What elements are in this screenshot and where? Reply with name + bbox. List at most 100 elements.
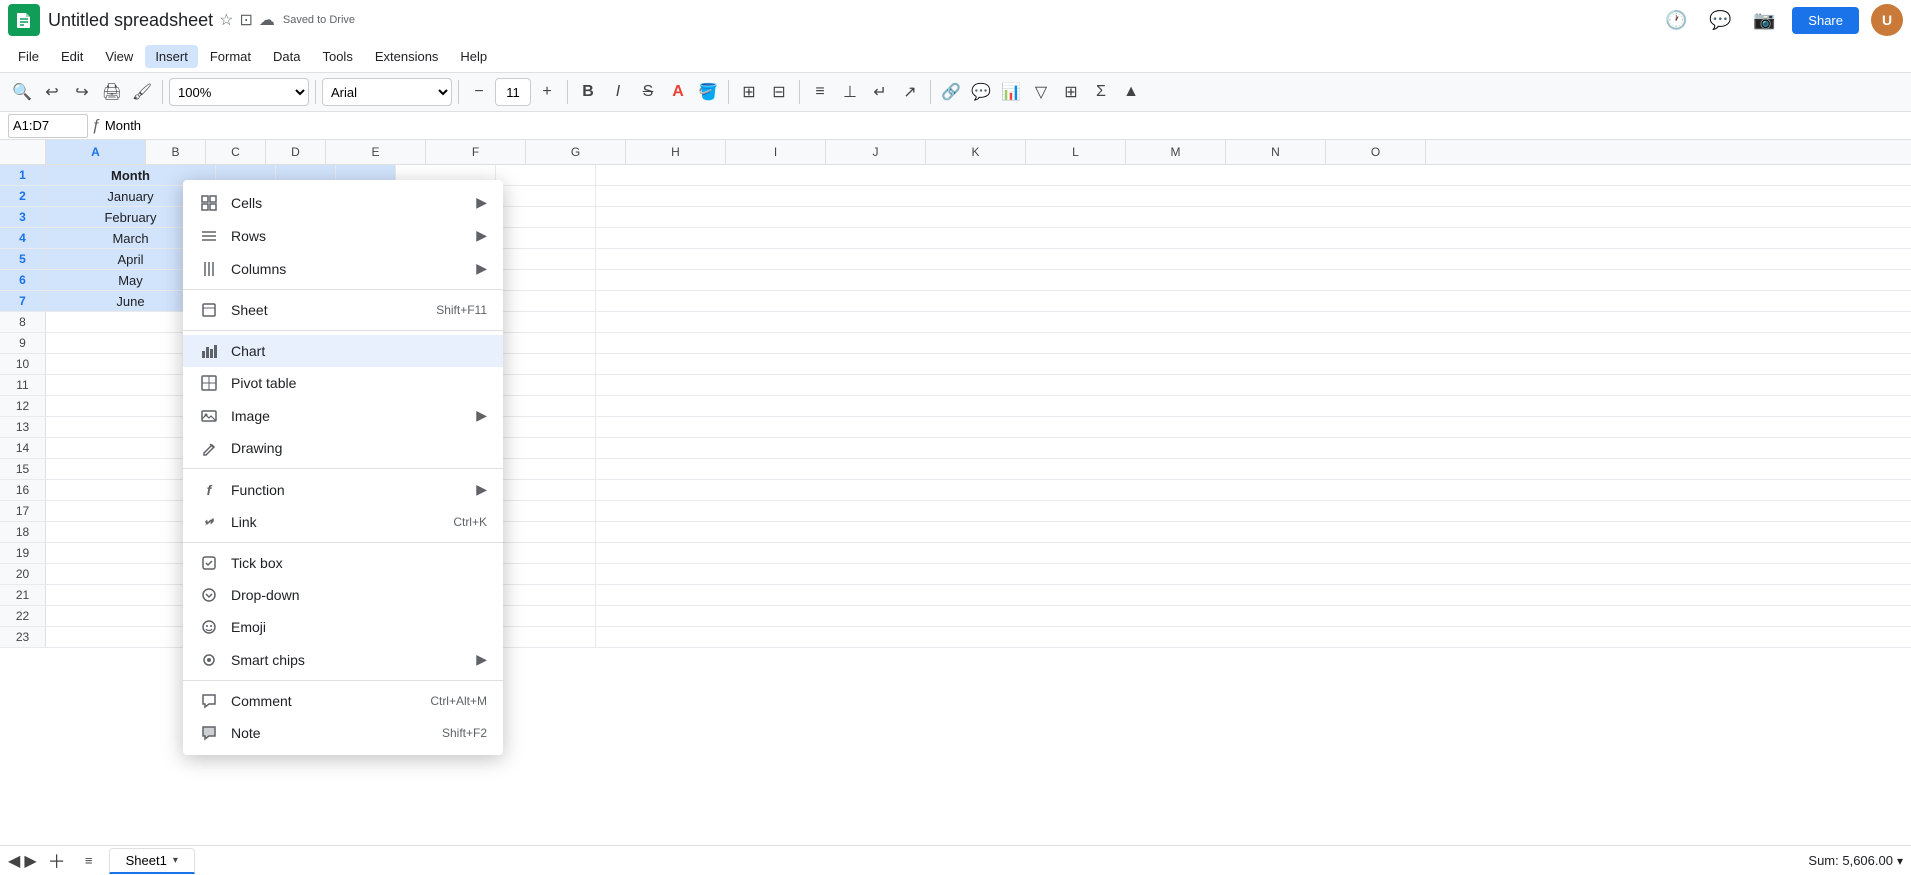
col-header-H[interactable]: H	[626, 140, 726, 164]
menu-item-function[interactable]: f Function ▶	[183, 473, 503, 506]
col-header-A[interactable]: A	[46, 140, 146, 164]
col-header-E[interactable]: E	[326, 140, 426, 164]
col-header-J[interactable]: J	[826, 140, 926, 164]
menu-item-chart[interactable]: Chart	[183, 335, 503, 367]
cell-ref-display[interactable]: A1:D7	[8, 114, 88, 138]
row-header-16[interactable]: 16	[0, 480, 46, 500]
wrap-icon[interactable]: ↵	[866, 78, 894, 106]
menu-item-note[interactable]: Note Shift+F2	[183, 717, 503, 749]
row-header-9[interactable]: 9	[0, 333, 46, 353]
strikethrough-icon[interactable]: S	[634, 78, 662, 106]
bold-icon[interactable]: B	[574, 78, 602, 106]
menu-edit[interactable]: Edit	[51, 45, 93, 68]
menu-item-comment[interactable]: Comment Ctrl+Alt+M	[183, 685, 503, 717]
row-header-23[interactable]: 23	[0, 627, 46, 647]
fill-color-icon[interactable]: 🪣	[694, 78, 722, 106]
menu-item-sheet[interactable]: Sheet Shift+F11	[183, 294, 503, 326]
insert-chart-icon[interactable]: 📊	[997, 78, 1025, 106]
valign-icon[interactable]: ⊥	[836, 78, 864, 106]
row-header-4[interactable]: 4	[0, 228, 46, 248]
menu-item-drawing[interactable]: Drawing	[183, 432, 503, 464]
format-table-icon[interactable]: ⊞	[1057, 78, 1085, 106]
cell-F8[interactable]	[496, 312, 596, 332]
italic-icon[interactable]: I	[604, 78, 632, 106]
row-header-13[interactable]: 13	[0, 417, 46, 437]
font-size-input[interactable]	[495, 78, 531, 106]
comment2-icon[interactable]: 💬	[967, 78, 995, 106]
redo-icon[interactable]: ↪	[68, 78, 96, 106]
row-header-2[interactable]: 2	[0, 186, 46, 206]
menu-view[interactable]: View	[95, 45, 143, 68]
menu-item-drop-down[interactable]: Drop-down	[183, 579, 503, 611]
menu-insert[interactable]: Insert	[145, 45, 198, 68]
comment-icon[interactable]: 💬	[1704, 4, 1736, 36]
menu-item-rows[interactable]: Rows ▶	[183, 219, 503, 252]
menu-item-columns[interactable]: Columns ▶	[183, 252, 503, 285]
sheet-tab-arrow-icon[interactable]: ▾	[173, 855, 178, 866]
merge-icon[interactable]: ⊟	[765, 78, 793, 106]
sum-dropdown-icon[interactable]: ▾	[1897, 854, 1903, 868]
add-sheet-button[interactable]: ＋	[45, 849, 69, 873]
cell-F4[interactable]	[496, 228, 596, 248]
avatar[interactable]: U	[1871, 4, 1903, 36]
link-icon[interactable]: 🔗	[937, 78, 965, 106]
col-header-D[interactable]: D	[266, 140, 326, 164]
cell-F5[interactable]	[496, 249, 596, 269]
menu-item-smart-chips[interactable]: Smart chips ▶	[183, 643, 503, 676]
col-header-G[interactable]: G	[526, 140, 626, 164]
row-header-11[interactable]: 11	[0, 375, 46, 395]
font-size-increase-icon[interactable]: +	[533, 78, 561, 106]
menu-item-pivot-table[interactable]: Pivot table	[183, 367, 503, 399]
row-header-1[interactable]: 1	[0, 165, 46, 185]
star-icon[interactable]: ☆	[219, 10, 233, 30]
font-size-decrease-icon[interactable]: −	[465, 78, 493, 106]
col-header-M[interactable]: M	[1126, 140, 1226, 164]
cell-F2[interactable]	[496, 186, 596, 206]
row-header-17[interactable]: 17	[0, 501, 46, 521]
border-icon[interactable]: ⊞	[735, 78, 763, 106]
col-header-C[interactable]: C	[206, 140, 266, 164]
row-header-12[interactable]: 12	[0, 396, 46, 416]
undo-icon[interactable]: ↩	[38, 78, 66, 106]
col-header-I[interactable]: I	[726, 140, 826, 164]
row-header-22[interactable]: 22	[0, 606, 46, 626]
rotate-icon[interactable]: ↗	[896, 78, 924, 106]
row-header-15[interactable]: 15	[0, 459, 46, 479]
videocam-icon[interactable]: 📷	[1748, 4, 1780, 36]
row-header-7[interactable]: 7	[0, 291, 46, 311]
row-header-3[interactable]: 3	[0, 207, 46, 227]
col-header-L[interactable]: L	[1026, 140, 1126, 164]
formula-icon[interactable]: Σ	[1087, 78, 1115, 106]
row-header-10[interactable]: 10	[0, 354, 46, 374]
menu-extensions[interactable]: Extensions	[365, 45, 449, 68]
font-selector[interactable]: Arial	[322, 78, 452, 106]
row-header-5[interactable]: 5	[0, 249, 46, 269]
print-icon[interactable]: 🖨	[98, 78, 126, 106]
zoom-selector[interactable]: 100%	[169, 78, 309, 106]
menu-item-link[interactable]: Link Ctrl+K	[183, 506, 503, 538]
text-color-icon[interactable]: A	[664, 78, 692, 106]
cell-F6[interactable]	[496, 270, 596, 290]
history-icon[interactable]: 🕐	[1660, 4, 1692, 36]
row-header-19[interactable]: 19	[0, 543, 46, 563]
sheets-menu-button[interactable]: ≡	[77, 849, 101, 873]
row-header-21[interactable]: 21	[0, 585, 46, 605]
menu-item-image[interactable]: Image ▶	[183, 399, 503, 432]
sheet-tab-sheet1[interactable]: Sheet1 ▾	[109, 848, 195, 874]
menu-file[interactable]: File	[8, 45, 49, 68]
cell-F1[interactable]	[496, 165, 596, 185]
menu-item-tick-box[interactable]: Tick box	[183, 547, 503, 579]
col-header-O[interactable]: O	[1326, 140, 1426, 164]
share-button[interactable]: Share	[1792, 7, 1859, 34]
menu-tools[interactable]: Tools	[312, 45, 362, 68]
hide-toolbar-icon[interactable]: ▲	[1117, 78, 1145, 106]
doc-title[interactable]: Untitled spreadsheet	[48, 10, 213, 31]
scroll-right-icon[interactable]: ▶	[24, 851, 36, 871]
cell-F7[interactable]	[496, 291, 596, 311]
row-header-6[interactable]: 6	[0, 270, 46, 290]
col-header-F[interactable]: F	[426, 140, 526, 164]
menu-item-emoji[interactable]: Emoji	[183, 611, 503, 643]
search-icon[interactable]: 🔍	[8, 78, 36, 106]
row-header-14[interactable]: 14	[0, 438, 46, 458]
scroll-left-icon[interactable]: ◀	[8, 851, 20, 871]
